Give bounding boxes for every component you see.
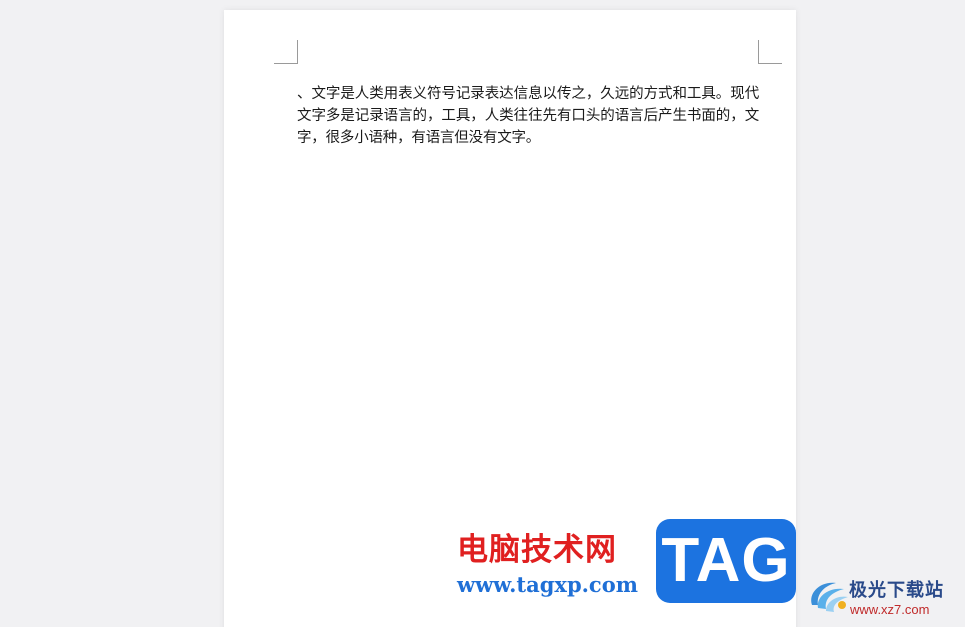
margin-corner-top-right	[758, 40, 782, 64]
document-paragraph[interactable]: 、文字是人类用表义符号记录表达信息以传之，久远的方式和工具。现代文字多是记录语言…	[297, 83, 759, 149]
document-workspace[interactable]: 、文字是人类用表义符号记录表达信息以传之，久远的方式和工具。现代文字多是记录语言…	[0, 0, 965, 627]
watermark-brand-name: 极光下载站	[849, 580, 944, 601]
margin-corner-top-left	[274, 40, 298, 64]
document-page[interactable]: 、文字是人类用表义符号记录表达信息以传之，久远的方式和工具。现代文字多是记录语言…	[224, 10, 796, 627]
watermark-brand-url: www.xz7.com	[850, 602, 930, 617]
aurora-logo-icon	[811, 582, 848, 612]
